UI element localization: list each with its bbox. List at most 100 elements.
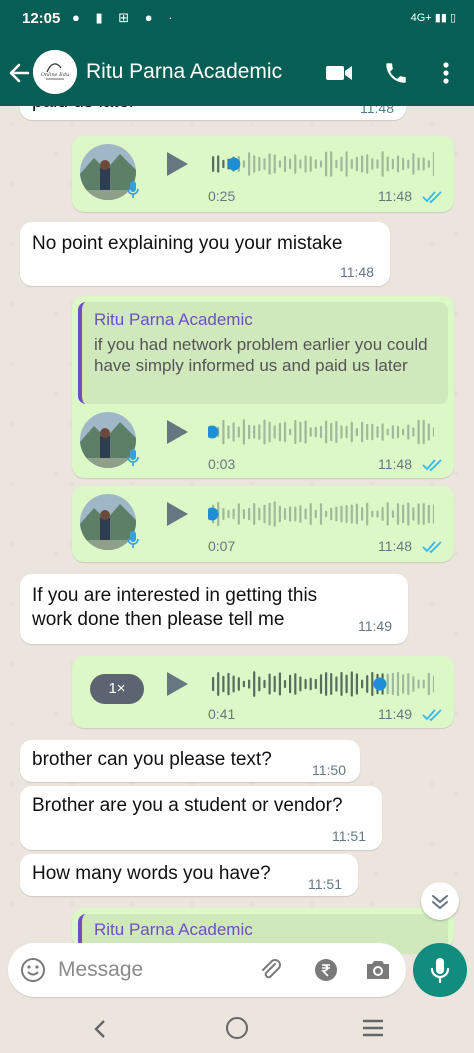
nav-back-icon[interactable] [90,1017,110,1041]
playback-speed-button[interactable]: 1× [90,674,144,704]
voice-message-outgoing[interactable]: 0:07 11:48 [72,486,454,562]
playback-knob[interactable] [208,507,219,521]
waveform-bar [366,502,369,526]
voice-record-button[interactable] [413,943,467,997]
voice-duration: 0:41 [208,706,236,722]
nav-home-icon[interactable] [226,1017,248,1039]
rupee-icon[interactable] [313,957,339,983]
waveform-bar [222,419,225,445]
waveform-bar [391,158,394,170]
waveform-bar [402,428,405,436]
voice-duration: 0:03 [208,456,236,472]
waveform-bar [330,507,333,521]
notification-icons: ● ▮ ⊞ ● · [72,10,179,25]
emoji-icon[interactable] [20,957,46,983]
message-bubble-incoming[interactable]: If you are interested in getting this wo… [20,574,408,644]
playback-knob[interactable] [227,157,241,171]
message-bubble-incoming[interactable]: paid us later 11:48 [20,106,406,120]
play-icon[interactable] [164,500,190,528]
back-arrow-icon[interactable] [6,56,32,90]
waveform-bar [386,502,389,526]
message-text: How many words you have? [32,863,271,884]
waveform-bar [278,422,281,442]
waveform-bar [335,506,338,522]
waveform-bar [294,154,297,174]
waveform-bar [371,423,374,441]
waveform-bar [263,504,266,524]
waveform-bar [361,507,364,521]
quote-author: Ritu Parna Academic [94,920,253,939]
play-icon[interactable] [164,150,190,178]
waveform[interactable] [208,669,434,699]
double-tick-icon [422,709,442,722]
network-type: 4G+ [410,12,432,24]
waveform-bar [366,423,369,440]
waveform[interactable] [208,149,434,179]
waveform-bar [427,505,430,524]
contact-name[interactable]: Ritu Parna Academic [86,60,282,84]
waveform-bar [381,506,384,521]
waveform-bar [396,671,400,697]
waveform-bar [402,674,405,694]
waveform-bar [391,510,394,518]
play-icon[interactable] [164,670,190,698]
waveform-bar [345,425,348,439]
attach-icon[interactable] [258,957,284,983]
waveform-bar [253,155,256,173]
message-time: 11:48 [378,456,412,472]
status-bar: 12:05 ● ▮ ⊞ ● · 4G+ ▮▮ ▯ [0,0,474,40]
video-call-icon[interactable] [324,60,354,86]
waveform-bar [330,673,333,695]
waveform-bar [278,672,281,696]
quoted-reply[interactable]: Ritu Parna Academic if you had network p… [78,302,448,404]
waveform-bar [325,510,328,518]
message-input[interactable] [58,955,248,985]
play-icon[interactable] [164,418,190,446]
waveform-bar [283,156,287,172]
more-vert-icon[interactable] [438,58,454,88]
voice-message-outgoing[interactable]: 1× 0:41 11:49 [72,656,454,728]
voice-message-outgoing[interactable]: Ritu Parna Academic if you had network p… [72,296,454,478]
chevron-down-icon [432,895,448,910]
message-bubble-incoming[interactable]: Brother are you a student or vendor? 11:… [20,786,382,850]
waveform-bar [325,151,328,177]
message-bubble-incoming[interactable]: brother can you please text? 11:50 [20,740,360,782]
waveform-bar [304,508,307,520]
scroll-to-bottom-button[interactable] [421,882,459,920]
message-bubble-incoming[interactable]: No point explaining you your mistake 11:… [20,222,390,286]
playback-knob[interactable] [373,677,387,691]
waveform-bar [386,673,389,695]
message-composer [8,943,406,997]
waveform[interactable] [208,499,434,529]
waveform-bar [299,505,302,523]
waveform-bar [299,159,302,169]
waveform-bar [422,503,425,525]
voice-message-outgoing[interactable]: 0:25 11:48 [72,136,454,212]
waveform-bar [381,151,384,177]
nav-recents-icon[interactable] [362,1019,384,1037]
waveform[interactable] [208,417,434,447]
waveform-bar [407,502,410,526]
message-text: brother can you please text? [32,749,272,770]
svg-text:Online Edu: Online Edu [41,72,69,78]
waveform-bar [248,152,251,176]
waveform-bar [263,419,266,445]
camera-icon[interactable] [364,957,392,983]
waveform-bar [412,153,415,175]
waveform-bar [289,674,292,694]
waveform-bar [314,159,317,169]
waveform-bar [381,423,384,441]
message-bubble-outgoing[interactable]: Ritu Parna Academic [72,908,454,954]
message-bubble-incoming[interactable]: How many words you have? 11:51 [20,854,358,896]
waveform-bar [294,420,297,444]
waveform-bar [289,506,292,522]
waveform-bar [366,675,369,693]
mic-icon [126,180,140,200]
phone-icon[interactable] [383,59,409,87]
contact-avatar[interactable]: Online Edu [33,50,77,94]
waveform-bar [391,425,394,439]
waveform-bar [314,678,317,689]
chat-area[interactable]: paid us later 11:48 0:25 11:48 No point … [0,106,474,996]
waveform-bar [299,421,302,443]
playback-knob[interactable] [208,425,219,439]
